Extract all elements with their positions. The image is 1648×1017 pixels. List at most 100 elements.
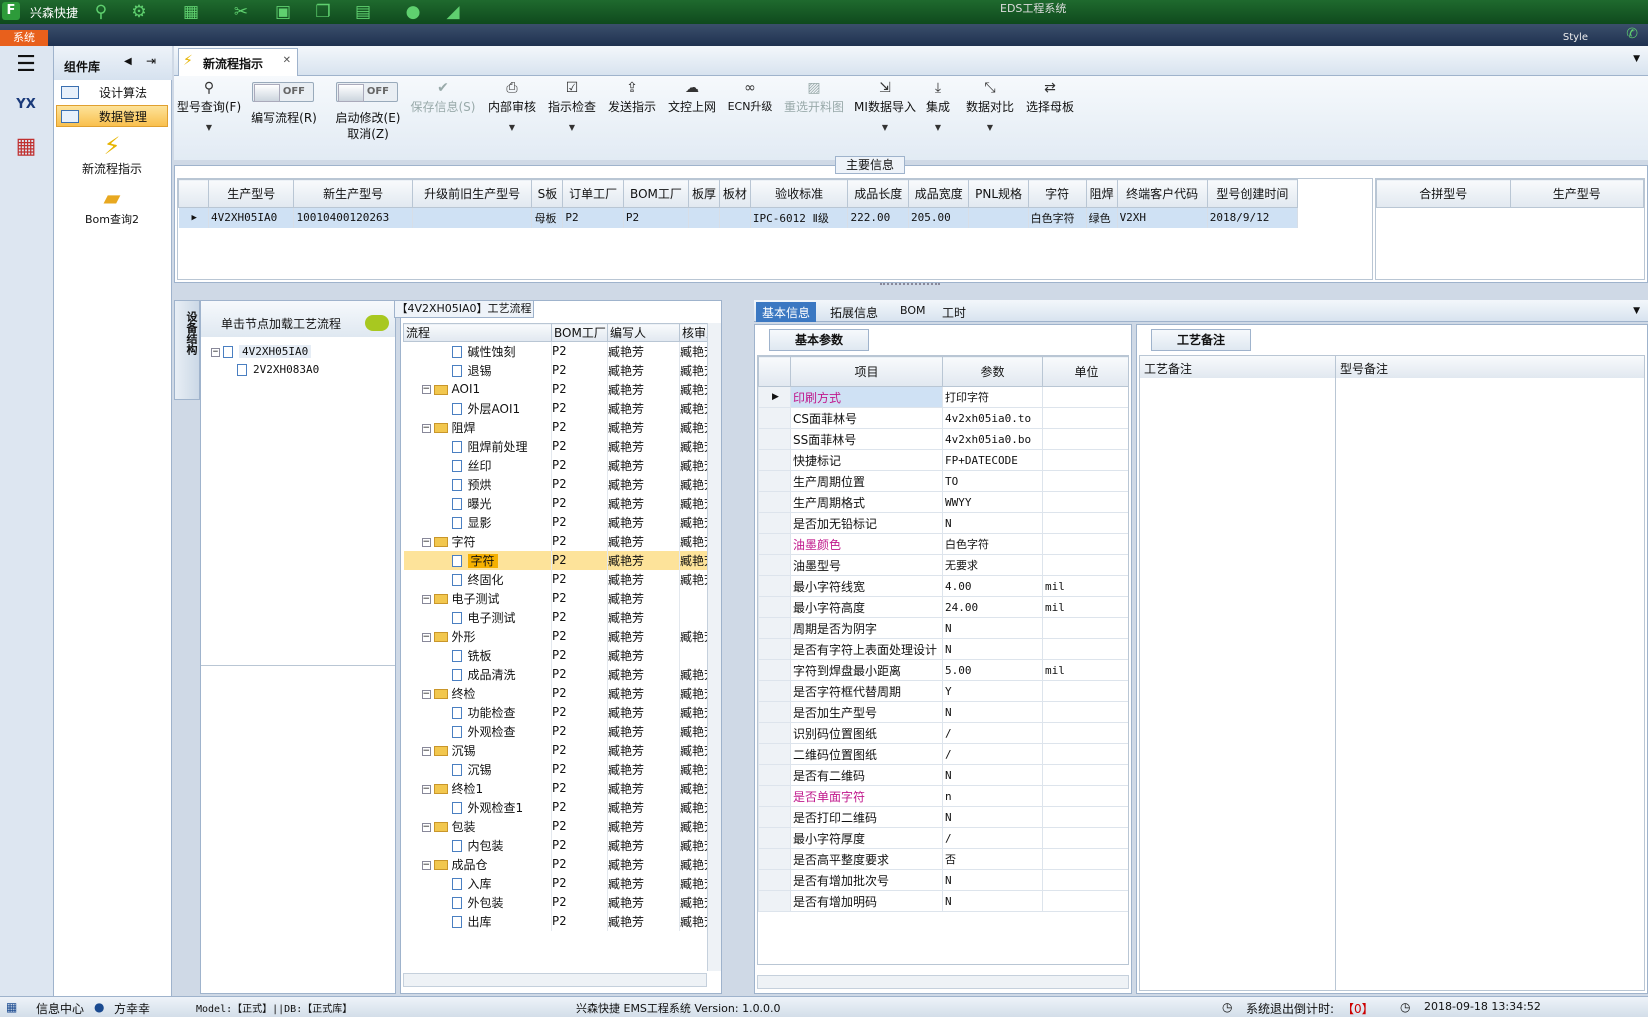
table-row[interactable]: −沉锡P2臧艳芳臧艳芳 — [403, 740, 707, 760]
reselect-cutting-drawing-button[interactable]: ▨ 重选开料图 — [782, 80, 846, 115]
collapse-icon[interactable]: − — [421, 594, 431, 604]
complib-item-data-management[interactable]: 数据管理 — [56, 105, 168, 127]
table-row[interactable]: 最小字符线宽 4.00 mil — [758, 575, 1128, 597]
table-row[interactable]: 快捷标记 FP+DATECODE — [758, 449, 1128, 471]
param-value-cell[interactable]: FP+DATECODE — [942, 449, 1043, 471]
table-row[interactable]: 二维码位置图纸 / — [758, 743, 1128, 765]
table-row[interactable]: 曝光P2臧艳芳臧艳芳 — [403, 493, 707, 513]
table-row[interactable]: CS面菲林号 4v2xh05ia0.to — [758, 407, 1128, 429]
save-icon[interactable]: ▣ — [272, 2, 294, 22]
column-header[interactable]: 成品长度 — [847, 179, 909, 208]
param-value-cell[interactable]: 4v2xh05ia0.bo — [942, 428, 1043, 450]
column-header[interactable]: 型号备注 — [1336, 356, 1644, 378]
column-header[interactable]: 终端客户代码 — [1116, 179, 1208, 208]
internal-review-button[interactable]: ⎙ 内部审核 ▼ — [486, 80, 538, 132]
horizontal-scrollbar[interactable] — [757, 975, 1129, 989]
collapse-icon[interactable]: − — [421, 784, 431, 794]
table-row[interactable]: 沉锡P2臧艳芳臧艳芳 — [403, 759, 707, 779]
search-icon[interactable]: ⚲ — [90, 2, 112, 22]
tab-basic-info[interactable]: 基本信息 — [756, 302, 817, 322]
param-value-cell[interactable]: 打印字符 — [942, 386, 1043, 408]
table-row[interactable]: −成品仓P2臧艳芳臧艳芳 — [403, 854, 707, 874]
table-row[interactable]: ▶ 印刷方式 打印字符 — [758, 386, 1128, 408]
table-row[interactable]: 是否有二维码 N — [758, 764, 1128, 786]
tab-work-hours[interactable]: 工时 — [936, 302, 972, 322]
save-info-button[interactable]: ✔ 保存信息(S) — [410, 80, 476, 115]
table-row[interactable]: 字符到焊盘最小距离 5.00 mil — [758, 659, 1128, 681]
column-header[interactable]: 阻焊 — [1085, 179, 1118, 208]
table-row[interactable]: 最小字符高度 24.00 mil — [758, 596, 1128, 618]
cancel-button[interactable]: 取消(Z) — [328, 125, 408, 142]
param-value-cell[interactable]: / — [942, 743, 1043, 765]
user-icon[interactable]: ● — [402, 2, 424, 22]
param-value-cell[interactable]: N — [942, 890, 1043, 912]
tab-bom[interactable]: BOM — [894, 302, 932, 322]
collapse-icon[interactable]: − — [421, 423, 431, 433]
table-row[interactable]: 识别码位置图纸 / — [758, 722, 1128, 744]
table-row[interactable]: 是否加无铅标记 N — [758, 512, 1128, 534]
select-mother-board-button[interactable]: ⇄ 选择母板 — [1024, 80, 1076, 115]
column-header[interactable]: 生产型号 — [207, 179, 295, 208]
column-header[interactable]: 成品宽度 — [907, 179, 970, 208]
column-header[interactable]: PNL规格 — [968, 179, 1029, 208]
column-header[interactable]: 板材 — [718, 179, 751, 208]
param-value-cell[interactable]: 否 — [942, 848, 1043, 870]
collapse-icon[interactable]: − — [421, 689, 431, 699]
table-row[interactable]: 铣板 P2 臧艳芳 — [403, 645, 707, 665]
param-value-cell[interactable]: WWYY — [942, 491, 1043, 513]
pin-icon[interactable]: ⇥ — [146, 54, 156, 68]
yx-factory-icon[interactable]: YX — [6, 88, 46, 122]
column-header[interactable]: 流程 — [403, 323, 552, 342]
param-value-cell[interactable]: N — [942, 638, 1043, 660]
table-row[interactable]: 是否加生产型号 N — [758, 701, 1128, 723]
vertical-scrollbar[interactable] — [707, 323, 721, 971]
table-row[interactable]: −AOI1P2臧艳芳臧艳芳 — [403, 379, 707, 399]
table-row[interactable]: −终检1P2臧艳芳臧艳芳 — [403, 778, 707, 798]
column-header[interactable]: S板 — [531, 179, 564, 208]
param-value-cell[interactable]: 5.00 — [942, 659, 1043, 681]
tree-node-child[interactable]: 2V2XH083A0 — [237, 363, 319, 376]
column-header[interactable]: 参数 — [942, 356, 1043, 387]
collapse-icon[interactable]: − — [421, 822, 431, 832]
table-row[interactable]: 是否单面字符 n — [758, 785, 1128, 807]
collapse-icon[interactable]: − — [421, 385, 431, 394]
table-row[interactable]: −阻焊P2臧艳芳臧艳芳 — [403, 417, 707, 437]
column-header[interactable]: 板厚 — [688, 179, 720, 208]
hamburger-menu-icon[interactable]: ☰ — [6, 48, 46, 82]
table-row[interactable]: 外观检查1P2臧艳芳臧艳芳 — [403, 797, 707, 817]
table-row[interactable]: 是否有字符上表面处理设计 N — [758, 638, 1128, 660]
collapse-icon[interactable]: − — [421, 632, 431, 642]
column-header[interactable]: 合拼型号 — [1376, 179, 1511, 208]
bom-query-shortcut[interactable]: ▰ Bom查询2 — [64, 186, 160, 227]
start-modify-toggle[interactable]: OFF — [336, 82, 398, 102]
table-row[interactable]: 退锡P2臧艳芳臧艳芳 — [403, 360, 707, 380]
collapse-icon[interactable]: − — [421, 746, 431, 756]
new-process-instruction-shortcut[interactable]: ⚡ 新流程指示 — [64, 132, 160, 177]
param-value-cell[interactable]: n — [942, 785, 1043, 807]
param-value-cell[interactable]: N — [942, 806, 1043, 828]
model-note-textarea[interactable] — [1336, 378, 1644, 990]
column-header[interactable]: BOM工厂 — [622, 179, 690, 208]
table-row[interactable]: −字符P2臧艳芳臧艳芳 — [403, 531, 707, 551]
column-header[interactable]: 工艺备注 — [1140, 356, 1336, 378]
column-header[interactable]: 生产型号 — [1509, 179, 1644, 208]
param-value-cell[interactable]: / — [942, 722, 1043, 744]
table-row[interactable]: 生产周期格式 WWYY — [758, 491, 1128, 513]
table-row[interactable]: 碱性蚀刻P2臧艳芳臧艳芳 — [403, 341, 707, 361]
table-row[interactable]: 内包装P2臧艳芳臧艳芳 — [403, 835, 707, 855]
info-center-link[interactable]: 信息中心 — [36, 1000, 84, 1017]
param-value-cell[interactable]: N — [942, 512, 1043, 534]
table-row[interactable]: 是否打印二维码 N — [758, 806, 1128, 828]
param-value-cell[interactable]: 4v2xh05ia0.to — [942, 407, 1043, 429]
table-row[interactable]: 电子测试 P2 臧艳芳 — [403, 607, 707, 627]
column-header[interactable]: 字符 — [1027, 179, 1087, 208]
table-row[interactable]: − 电子测试 P2 臧艳芳 — [403, 588, 707, 608]
table-row[interactable]: 外包装P2臧艳芳臧艳芳 — [403, 892, 707, 912]
param-value-cell[interactable]: N — [942, 869, 1043, 891]
param-value-cell[interactable]: 白色字符 — [942, 533, 1043, 555]
column-header[interactable]: 订单工厂 — [562, 179, 624, 208]
table-row[interactable]: 终固化P2臧艳芳臧艳芳 — [403, 569, 707, 589]
table-row[interactable]: 入库P2臧艳芳臧艳芳 — [403, 873, 707, 893]
instruction-check-button[interactable]: ☑ 指示检查 ▼ — [546, 80, 598, 132]
tab-new-process-instruction[interactable]: ⚡ 新流程指示 ✕ — [178, 48, 298, 76]
